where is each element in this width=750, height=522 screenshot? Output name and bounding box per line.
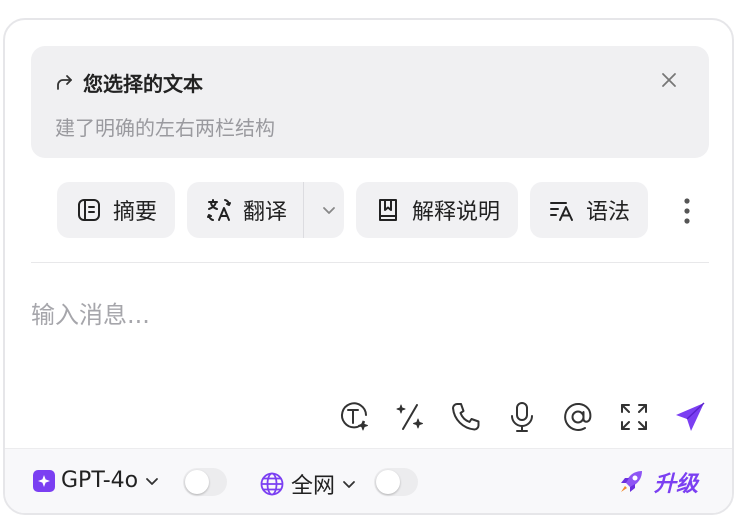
chat-panel: 您选择的文本 建了明确的左右两栏结构 摘要 翻译 解释说明 语法 输入消息...… bbox=[3, 18, 734, 515]
upgrade-button[interactable]: 升级 bbox=[616, 466, 698, 498]
web-search-selector[interactable]: 全网 bbox=[259, 468, 357, 500]
summary-button[interactable]: 摘要 bbox=[57, 182, 176, 238]
fullscreen-icon[interactable] bbox=[617, 400, 651, 434]
translate-button[interactable]: 翻译 bbox=[187, 182, 345, 238]
model-logo-icon bbox=[33, 469, 55, 492]
globe-icon bbox=[260, 472, 284, 496]
text-ai-icon[interactable] bbox=[337, 400, 371, 434]
divider bbox=[31, 262, 709, 263]
explain-label: 解释说明 bbox=[412, 200, 501, 225]
message-input[interactable] bbox=[31, 290, 709, 340]
model-toggle[interactable] bbox=[183, 468, 227, 496]
grammar-icon bbox=[550, 202, 574, 221]
model-name: GPT-4o bbox=[61, 468, 139, 493]
explain-button[interactable]: 解释说明 bbox=[356, 182, 519, 238]
grammar-label: 语法 bbox=[586, 200, 631, 225]
grammar-button[interactable]: 语法 bbox=[530, 182, 649, 238]
chevron-down-icon bbox=[146, 477, 159, 485]
summary-label: 摘要 bbox=[113, 200, 158, 225]
selected-text-card: 您选择的文本 建了明确的左右两栏结构 bbox=[31, 46, 709, 158]
quick-actions: 摘要 翻译 解释说明 语法 bbox=[57, 182, 649, 238]
microphone-icon[interactable] bbox=[505, 400, 539, 434]
translate-icon bbox=[207, 199, 232, 221]
upgrade-label: 升级 bbox=[653, 472, 698, 497]
model-selector[interactable]: GPT-4o bbox=[33, 468, 160, 493]
send-icon[interactable] bbox=[673, 400, 707, 434]
summary-icon bbox=[78, 199, 100, 221]
input-toolbar bbox=[337, 400, 707, 434]
translate-options[interactable] bbox=[314, 201, 344, 219]
selected-text-content: 建了明确的左右两栏结构 bbox=[55, 116, 275, 140]
chevron-down-icon bbox=[323, 207, 335, 214]
phone-icon[interactable] bbox=[449, 400, 483, 434]
web-search-label: 全网 bbox=[291, 474, 336, 499]
at-icon[interactable] bbox=[561, 400, 595, 434]
rocket-icon bbox=[620, 471, 642, 492]
selected-text-header: 您选择的文本 bbox=[55, 68, 203, 97]
toggle-knob bbox=[185, 470, 209, 494]
toggle-knob bbox=[376, 470, 400, 494]
bookmark-book-icon bbox=[379, 199, 398, 221]
selected-text-title: 您选择的文本 bbox=[83, 72, 203, 96]
close-icon[interactable] bbox=[659, 70, 679, 90]
more-icon[interactable] bbox=[675, 196, 699, 226]
magic-wand-icon[interactable] bbox=[393, 400, 427, 434]
footer-bar: GPT-4o 全网 升级 bbox=[5, 448, 732, 513]
web-search-toggle[interactable] bbox=[374, 468, 418, 496]
chevron-down-icon bbox=[343, 481, 355, 488]
split-divider bbox=[303, 182, 305, 238]
share-arrow-icon bbox=[57, 74, 72, 90]
translate-label: 翻译 bbox=[243, 200, 288, 225]
